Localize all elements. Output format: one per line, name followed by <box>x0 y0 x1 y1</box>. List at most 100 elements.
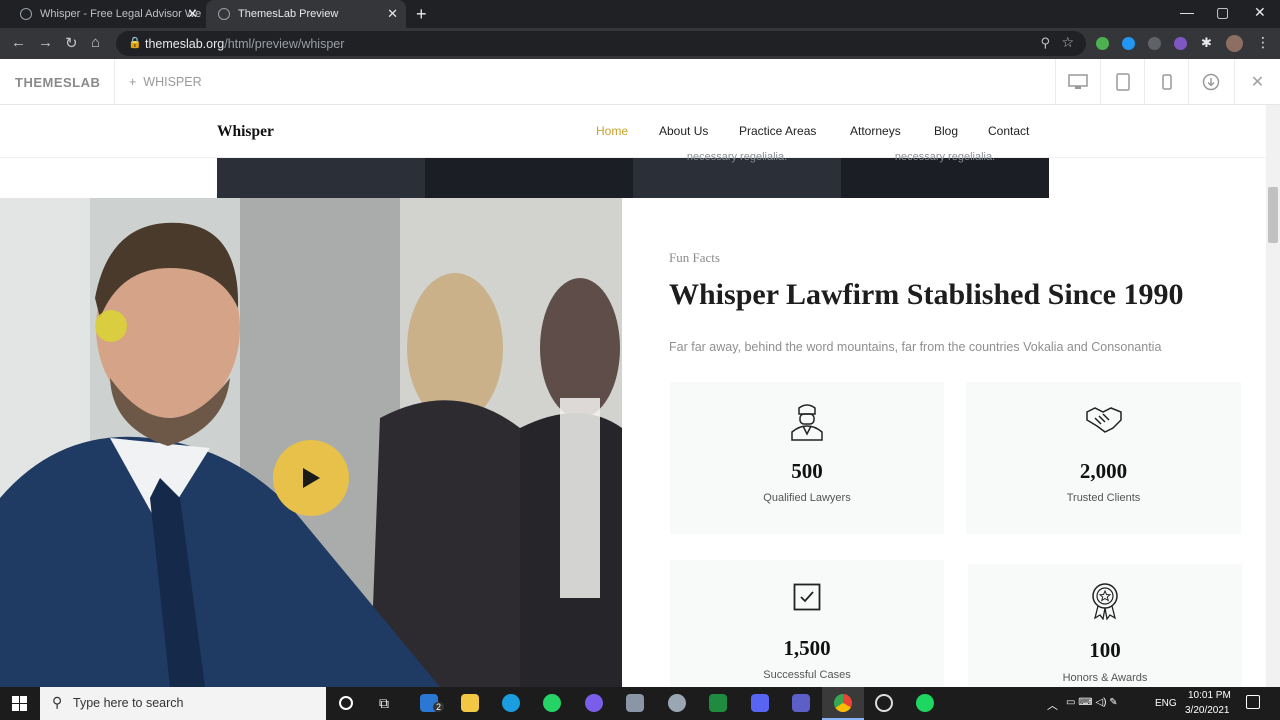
browser-tab-whisper[interactable]: Whisper - Free Legal Advisor We ✕ <box>8 0 206 28</box>
stat-value: 500 <box>791 459 823 483</box>
cortana-icon[interactable] <box>339 696 353 710</box>
nav-attorneys[interactable]: Attorneys <box>850 124 901 138</box>
windows-start-icon[interactable] <box>12 696 27 716</box>
viber-icon[interactable] <box>585 694 603 712</box>
stat-card: 1,500 Successful Cases <box>670 560 944 687</box>
extension-icon[interactable] <box>1148 37 1161 50</box>
close-preview-icon[interactable]: ✕ <box>1234 59 1280 105</box>
tab-title: ThemesLab Preview <box>238 8 339 20</box>
taskbar-search[interactable]: ⚲ Type here to search <box>40 687 326 720</box>
nav-blog[interactable]: Blog <box>934 124 958 138</box>
stat-value: 2,000 <box>1079 459 1128 483</box>
handshake-icon <box>1085 407 1122 433</box>
windows-taskbar: ⚲ Type here to search ⧉ 2 ︿ ▭ ⌨ ◁) ✎ ENG… <box>0 687 1280 720</box>
service-card-strip <box>425 158 633 198</box>
chrome-taskbar-button[interactable] <box>822 687 864 720</box>
stat-label: Trusted Clients <box>1066 492 1141 504</box>
whatsapp-icon[interactable] <box>543 694 561 712</box>
clock-date[interactable]: 3/20/2021 <box>1185 705 1230 716</box>
themeslab-logo[interactable]: THEMESLAB <box>15 75 100 90</box>
app-icon[interactable] <box>668 694 686 712</box>
zoom-icon[interactable]: ⚲ <box>1040 35 1050 51</box>
extension-icon[interactable] <box>1096 37 1109 50</box>
notification-icon[interactable] <box>1246 695 1260 709</box>
stat-card: 2,000 Trusted Clients <box>966 382 1241 534</box>
menu-dots-icon[interactable]: ⋮ <box>1256 34 1270 51</box>
award-icon <box>1092 583 1118 620</box>
section-kicker: Fun Facts <box>669 250 720 265</box>
maximize-icon[interactable]: ▢ <box>1216 4 1229 21</box>
stat-label: Honors & Awards <box>1062 672 1148 684</box>
avatar[interactable] <box>1226 35 1243 52</box>
close-tab-icon[interactable]: ✕ <box>387 6 398 22</box>
search-input[interactable]: Type here to search <box>73 696 183 710</box>
url-text: themeslab.org/html/preview/whisper <box>145 37 345 51</box>
camera-icon[interactable] <box>626 694 644 712</box>
stat-label: Qualified Lawyers <box>763 492 851 504</box>
search-icon: ⚲ <box>52 694 63 710</box>
tablet-view-icon[interactable] <box>1100 59 1144 105</box>
themeslab-bar: THEMESLAB + WHISPER ✕ <box>0 59 1280 105</box>
cursor-highlight <box>95 310 127 342</box>
back-icon[interactable]: ← <box>11 34 26 51</box>
stat-card: 100 Honors & Awards <box>968 564 1242 687</box>
service-card-strip: necessary regelialia. <box>841 151 1049 198</box>
nav-about-us[interactable]: About Us <box>659 124 708 138</box>
extension-icon[interactable] <box>1122 37 1135 50</box>
service-card-strip <box>217 158 425 198</box>
teams-icon[interactable] <box>792 694 810 712</box>
minimize-icon[interactable]: — <box>1180 4 1194 20</box>
lawyer-photo <box>0 198 622 687</box>
stat-value: 100 <box>1089 638 1121 662</box>
obs-icon[interactable] <box>875 694 893 712</box>
edge-icon[interactable] <box>502 694 520 712</box>
language-indicator[interactable]: ENG <box>1155 698 1177 709</box>
divider <box>114 59 115 105</box>
stat-label: Successful Cases <box>763 669 851 681</box>
scrollbar-thumb[interactable] <box>1268 187 1278 243</box>
extension-icon[interactable] <box>1174 37 1187 50</box>
play-video-button[interactable] <box>273 440 349 516</box>
section-description: Far far away, behind the word mountains,… <box>669 340 1162 354</box>
task-view-icon[interactable]: ⧉ <box>379 695 389 712</box>
formula-app-icon[interactable] <box>709 694 727 712</box>
tab-title: Whisper - Free Legal Advisor We <box>40 8 202 20</box>
nav-home[interactable]: Home <box>596 124 628 138</box>
reload-icon[interactable]: ↻ <box>65 34 78 52</box>
address-bar[interactable]: 🔒 themeslab.org/html/preview/whisper ⚲ ☆ <box>116 31 1086 56</box>
file-explorer-icon[interactable] <box>461 694 479 712</box>
desktop-view-icon[interactable] <box>1055 59 1099 105</box>
nav-practice-areas[interactable]: Practice Areas <box>739 124 816 138</box>
lawyer-icon <box>791 404 823 441</box>
section-title: Whisper Lawfirm Stablished Since 1990 <box>669 278 1184 311</box>
download-icon[interactable] <box>1188 59 1232 105</box>
discord-icon[interactable] <box>751 694 769 712</box>
play-icon <box>303 468 320 488</box>
clock-time[interactable]: 10:01 PM <box>1188 690 1231 701</box>
globe-icon <box>218 8 230 20</box>
chrome-icon <box>834 694 852 712</box>
bookmark-star-icon[interactable]: ☆ <box>1061 34 1074 51</box>
forward-icon[interactable]: → <box>38 34 53 51</box>
home-icon[interactable]: ⌂ <box>91 34 100 51</box>
theme-name[interactable]: + WHISPER <box>129 75 202 89</box>
globe-icon <box>20 8 32 20</box>
tray-icons[interactable]: ▭ ⌨ ◁) ✎ <box>1066 697 1118 708</box>
mail-badge: 2 <box>433 702 445 712</box>
browser-tab-themeslab[interactable]: ThemesLab Preview ✕ <box>206 0 406 28</box>
close-tab-icon[interactable]: ✕ <box>187 6 198 22</box>
new-tab-icon[interactable]: + <box>416 4 427 25</box>
tray-chevron-icon[interactable]: ︿ <box>1047 697 1058 713</box>
nav-contact[interactable]: Contact <box>988 124 1029 138</box>
lock-icon: 🔒 <box>128 37 142 49</box>
mobile-view-icon[interactable] <box>1144 59 1188 105</box>
site-brand[interactable]: Whisper <box>217 123 274 141</box>
puzzle-icon[interactable]: ✱ <box>1201 35 1212 51</box>
browser-tab-strip: Whisper - Free Legal Advisor We ✕ Themes… <box>0 0 1280 28</box>
checkbox-icon <box>793 583 821 611</box>
stat-value: 1,500 <box>783 636 831 660</box>
service-card-strip: necessary regelialia. <box>633 151 841 198</box>
browser-toolbar: ← → ↻ ⌂ 🔒 themeslab.org/html/preview/whi… <box>0 28 1280 59</box>
spotify-icon[interactable] <box>916 694 934 712</box>
close-window-icon[interactable]: ✕ <box>1254 4 1266 21</box>
